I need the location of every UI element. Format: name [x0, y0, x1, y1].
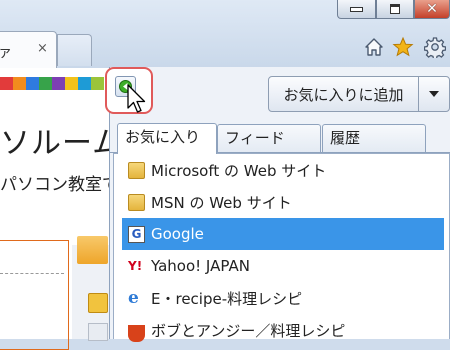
color-swatch — [52, 77, 65, 90]
new-tab-button[interactable] — [57, 34, 92, 66]
tab-favorites[interactable]: お気に入り — [117, 123, 217, 154]
list-item-label: MSN の Web サイト — [151, 193, 292, 212]
list-item-label: Microsoft の Web サイト — [151, 161, 327, 180]
minimize-button[interactable] — [337, 0, 376, 19]
browser-tab[interactable]: ァ × — [0, 31, 57, 68]
chevron-down-icon — [429, 91, 439, 97]
ranking-icon — [88, 293, 108, 313]
folder-icon — [128, 161, 145, 179]
tab-history[interactable]: 履歴 — [322, 124, 426, 153]
color-swatch — [91, 77, 104, 90]
restore-icon — [390, 4, 400, 14]
gear-icon[interactable] — [424, 36, 446, 58]
close-window-button[interactable]: ✕ — [414, 0, 450, 19]
tab-feeds[interactable]: フィード — [217, 124, 321, 153]
divider — [0, 273, 64, 274]
add-to-favorites-button[interactable]: お気に入りに追加 — [268, 76, 419, 112]
page-icon — [88, 323, 108, 341]
tab-title: ァ — [0, 45, 12, 61]
list-item[interactable]: Microsoft の Web サイト — [122, 154, 444, 186]
color-swatch — [26, 77, 39, 90]
content-box — [0, 240, 69, 350]
yahoo-icon: Y! — [128, 258, 143, 273]
color-swatch — [0, 77, 13, 90]
page-subheading: パソコン教室で — [0, 175, 119, 195]
add-to-favorites-dropdown[interactable] — [418, 76, 450, 112]
list-item-label: Yahoo! JAPAN — [151, 257, 250, 275]
home-icon[interactable] — [363, 36, 385, 58]
color-swatch — [78, 77, 91, 90]
list-item-label: ボブとアンジー／料理レシピ — [151, 321, 346, 340]
list-item[interactable]: ボブとアンジー／料理レシピ — [122, 314, 444, 346]
list-item-selected[interactable]: G Google — [122, 218, 444, 250]
close-icon: ✕ — [426, 1, 438, 17]
list-item[interactable]: MSN の Web サイト — [122, 186, 444, 218]
tab-close-icon[interactable]: × — [37, 41, 48, 56]
list-item[interactable]: e E・recipe-料理レシピ — [122, 282, 444, 314]
ie-page-icon: e — [128, 287, 139, 308]
page-heading: ソルーム — [0, 126, 124, 161]
list-item-label: E・recipe-料理レシピ — [151, 289, 303, 308]
google-icon: G — [128, 225, 145, 243]
color-swatch — [65, 77, 78, 90]
folder-icon — [128, 193, 145, 211]
list-item-label: Google — [151, 225, 204, 243]
orange-badge-icon — [77, 236, 108, 264]
list-item[interactable]: Y! Yahoo! JAPAN — [122, 250, 444, 282]
color-swatch — [39, 77, 52, 90]
mouse-cursor-icon — [127, 84, 146, 113]
star-icon[interactable] — [392, 36, 414, 58]
maximize-button[interactable] — [376, 0, 414, 19]
minimize-icon — [350, 6, 363, 12]
color-swatch — [13, 77, 26, 90]
